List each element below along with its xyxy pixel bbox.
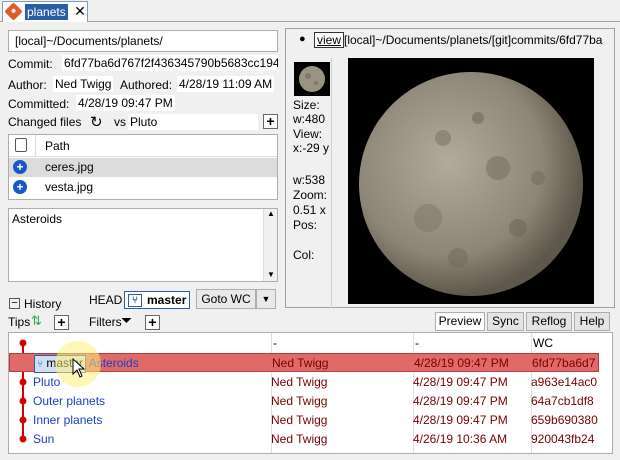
file-icon (15, 138, 27, 152)
author-value[interactable]: Ned Twigg (53, 76, 114, 92)
author-cell: Ned Twigg (272, 356, 329, 370)
tab-label: planets (25, 4, 68, 20)
commit-message[interactable]: Asteroids ▲ ▼ (8, 208, 278, 282)
changed-files-table: Path + ceres.jpg + vesta.jpg (8, 134, 278, 200)
tips-icon[interactable]: ⇅ (31, 313, 42, 329)
tab-planets[interactable]: planets ✕ (2, 1, 88, 22)
commit-hash[interactable]: 6fd77ba6d767f2f436345790b5683cc19401 (62, 55, 278, 71)
add-compare-button[interactable]: + (263, 114, 278, 129)
authored-label: Authored: (120, 78, 173, 92)
commit-message-text: Asteroids (12, 212, 63, 226)
tab-help[interactable]: Help (574, 312, 610, 331)
repo-path: [local]~/Documents/planets/ (8, 30, 278, 52)
commit-message-cell: Inner planets (33, 413, 103, 427)
collapse-history-icon[interactable]: − (9, 298, 20, 309)
authored-value[interactable]: 4/28/19 11:09 AM (177, 76, 275, 92)
author-cell: Ned Twigg (271, 375, 328, 389)
path-header: Path (45, 139, 70, 153)
date-cell: 4/28/19 09:47 PM (414, 356, 509, 370)
commit-label: Commit: (8, 57, 53, 71)
history-header: - - WC (9, 334, 599, 353)
vs-value[interactable]: Pluto (128, 114, 258, 130)
hash-cell: 659b690380 (531, 413, 598, 427)
tab-sync[interactable]: Sync (487, 312, 524, 331)
committed-value[interactable]: 4/28/19 09:47 PM (76, 95, 175, 111)
author-column-header[interactable]: - (273, 334, 277, 353)
table-row[interactable]: Outer planets Ned Twigg 4/28/19 09:47 PM… (9, 392, 599, 411)
add-tip-button[interactable]: + (54, 315, 69, 330)
zoom-label: Zoom: (293, 188, 328, 202)
added-file-icon: + (13, 180, 27, 194)
filter-icon[interactable]: ⏷ (121, 312, 132, 329)
date-column-header[interactable]: - (415, 334, 419, 353)
commit-message-cell: Sun (33, 432, 55, 446)
table-row[interactable]: Sun Ned Twigg 4/26/19 10:36 AM 920043fb2… (9, 430, 599, 449)
goto-wc-button[interactable]: Goto WC (196, 289, 256, 309)
mouse-pointer-icon (72, 358, 86, 378)
hash-cell: 6fd77ba6d7 (532, 356, 596, 370)
radio-dot-icon[interactable]: ● (299, 33, 306, 45)
changed-files-label: Changed files (8, 115, 82, 129)
hash-column-header[interactable]: WC (533, 334, 553, 353)
hash-cell: 64a7cb1df8 (531, 394, 594, 408)
author-cell: Ned Twigg (271, 394, 328, 408)
changed-files-row: Changed files ↻ vs Pluto + (8, 114, 278, 131)
tab-preview[interactable]: Preview (435, 312, 485, 331)
chevron-down-icon[interactable]: ▼ (256, 289, 276, 309)
file-name: ceres.jpg (45, 160, 94, 174)
width-value: w:538 (293, 173, 326, 187)
branch-icon: ⑂ (128, 294, 142, 307)
history-label: History (24, 297, 62, 311)
hash-cell: 920043fb24 (531, 432, 595, 446)
refresh-icon[interactable]: ↻ (90, 113, 103, 131)
close-icon[interactable]: ✕ (73, 3, 87, 19)
commit-message-cell: Outer planets (33, 394, 106, 408)
date-cell: 4/26/19 10:36 AM (413, 432, 508, 446)
preview-path: [local]~/Documents/planets/[git]commits/… (344, 33, 603, 47)
branch-badge[interactable]: ⑂ master (124, 291, 191, 309)
hash-cell: a963e14ac0 (531, 375, 598, 389)
branch-icon: ⑂ (37, 359, 43, 370)
zoom-value: 0.51 x (293, 203, 326, 217)
author-cell: Ned Twigg (271, 432, 328, 446)
vs-label: vs (114, 115, 126, 129)
list-item[interactable]: + vesta.jpg (9, 178, 277, 197)
add-filter-button[interactable]: + (145, 315, 160, 330)
tips-label: Tips (8, 315, 31, 329)
view-label: View: (293, 127, 323, 141)
preview-image[interactable] (348, 58, 594, 304)
pos-label: Pos: (293, 218, 318, 232)
list-item[interactable]: + ceres.jpg (9, 158, 277, 177)
table-row[interactable]: Inner planets Ned Twigg 4/28/19 09:47 PM… (9, 411, 599, 430)
filters-label: Filters (89, 315, 122, 329)
branch-name: master (147, 293, 187, 307)
table-header: Path (9, 135, 277, 157)
view-value: x:-29 y (293, 141, 330, 155)
git-repo-icon (4, 2, 23, 21)
col-label: Col: (293, 248, 315, 262)
size-label: Size: (293, 98, 320, 112)
history-table: - - WC ⑂ master Asteroids Ned Twigg 4/28… (8, 332, 613, 454)
size-value: w:480 (293, 112, 326, 126)
date-cell: 4/28/19 09:47 PM (413, 413, 508, 427)
tab-strip (0, 0, 620, 22)
added-file-icon: + (13, 160, 27, 174)
file-name: vesta.jpg (45, 180, 94, 194)
view-mode-button[interactable]: view (314, 32, 345, 48)
message-scrollbar[interactable]: ▲ ▼ (263, 209, 277, 281)
tab-reflog[interactable]: Reflog (526, 312, 572, 331)
head-label: HEAD (89, 293, 123, 307)
author-label: Author: (8, 78, 47, 92)
author-cell: Ned Twigg (271, 413, 328, 427)
date-cell: 4/28/19 09:47 PM (413, 375, 508, 389)
committed-label: Committed: (8, 97, 70, 111)
date-cell: 4/28/19 09:47 PM (413, 394, 508, 408)
